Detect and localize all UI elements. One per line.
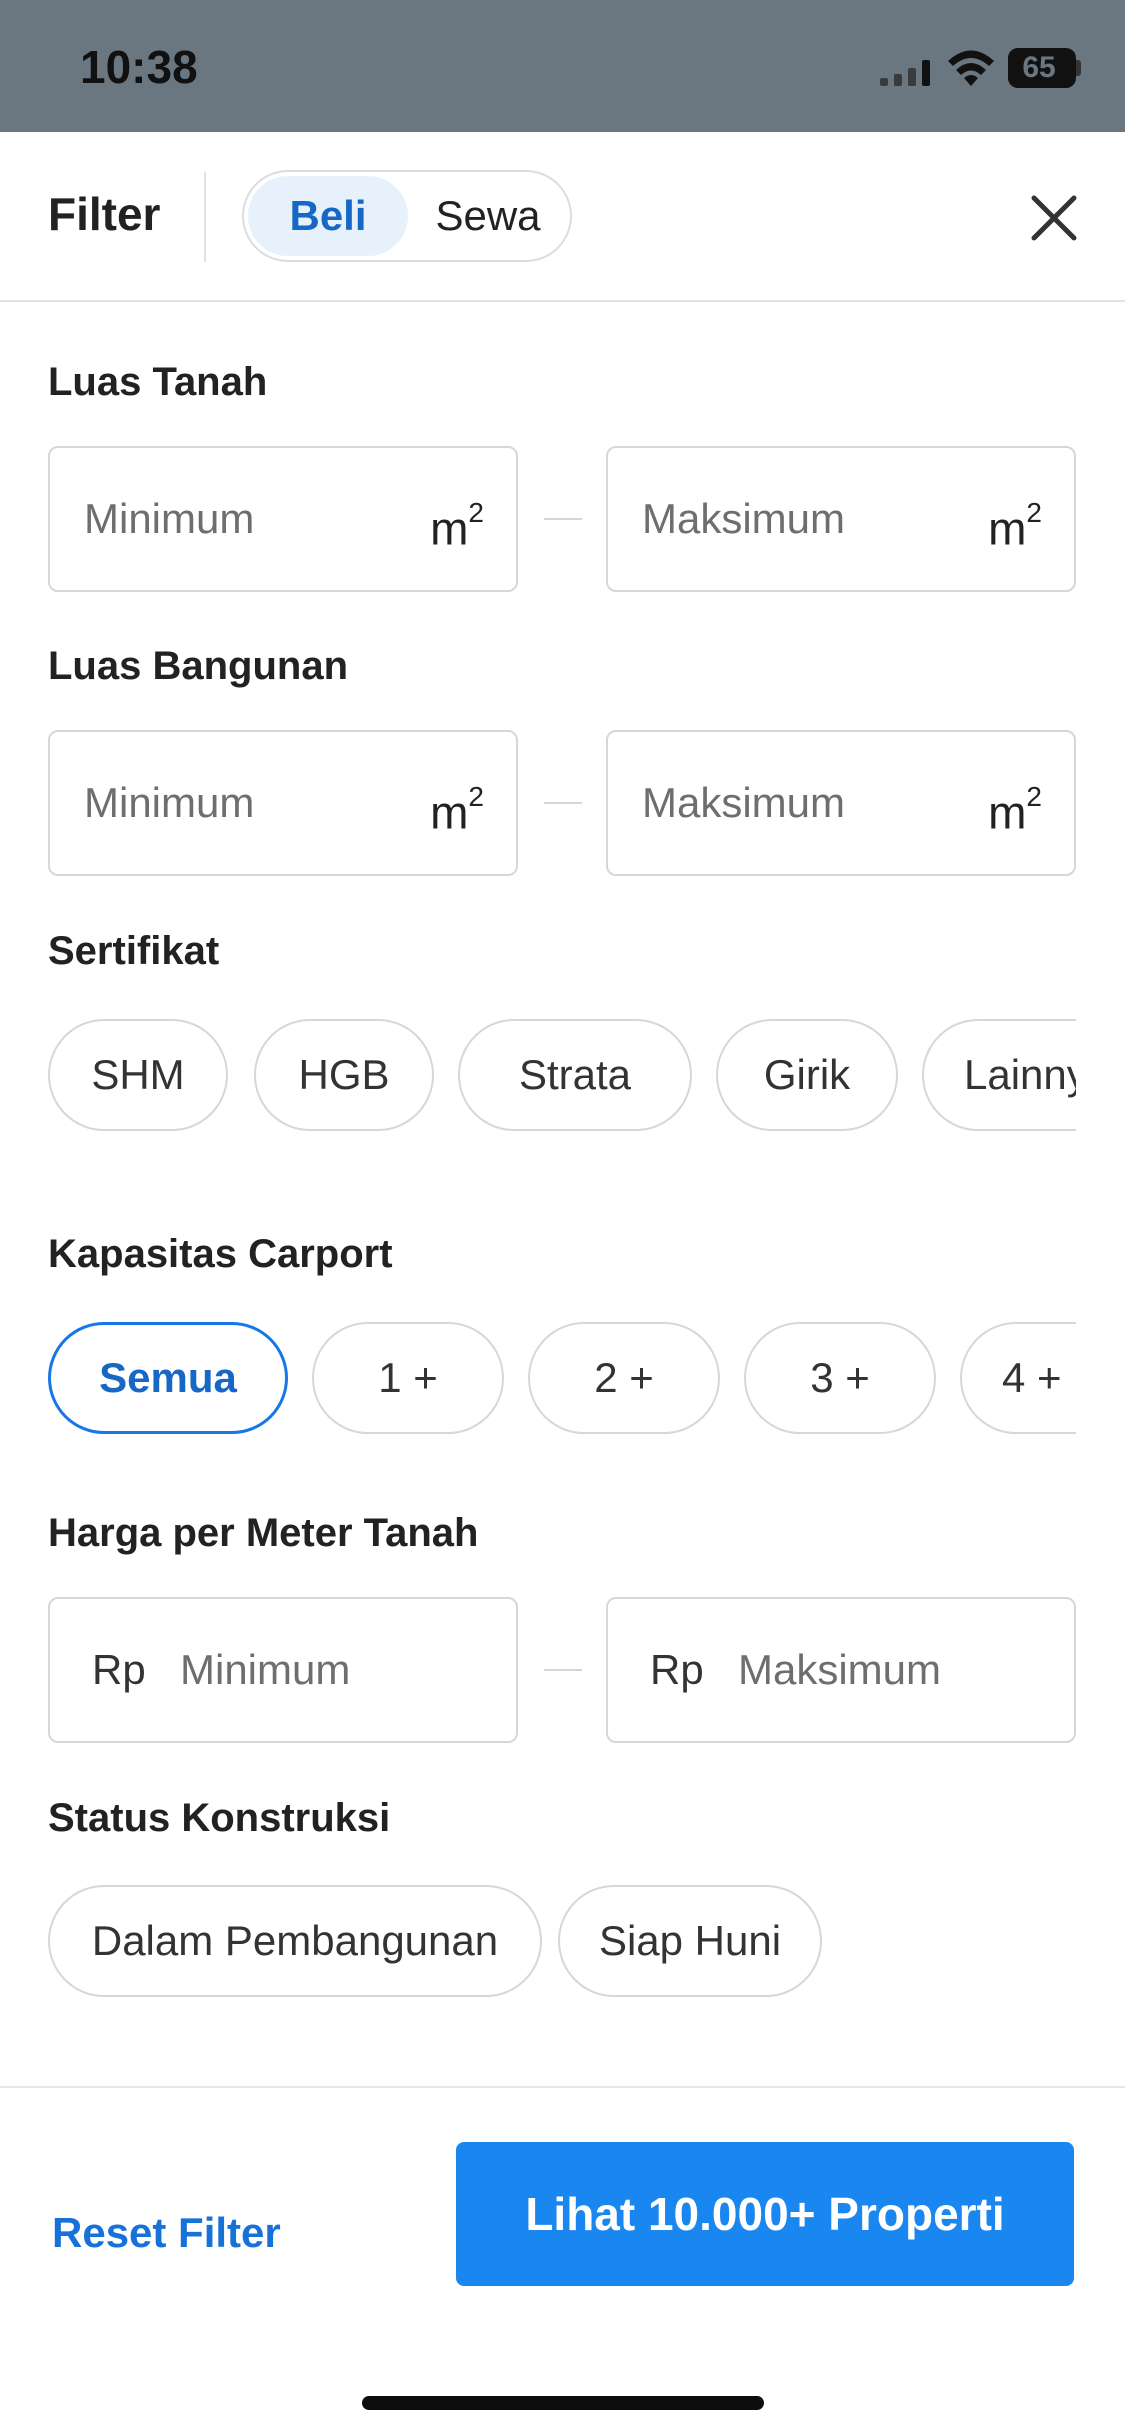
section-title-sertifikat: Sertifikat — [48, 929, 220, 973]
currency-prefix: Rp — [92, 1646, 146, 1693]
range-separator — [544, 1669, 582, 1671]
battery-level-text: 65 — [1022, 51, 1056, 84]
home-indicator — [362, 2396, 764, 2410]
field-placeholder: Minimum — [84, 495, 255, 542]
chip-siap-huni[interactable]: Siap Huni — [558, 1885, 822, 1997]
sertifikat-chip-row: SHM HGB Strata Girik Lainnya — [48, 1019, 1076, 1135]
field-unit: m2 — [430, 781, 484, 839]
range-separator — [544, 518, 582, 520]
filter-header: Filter Beli Sewa — [0, 132, 1125, 302]
field-placeholder: Minimum — [180, 1646, 351, 1693]
luas-tanah-max-input[interactable]: Maksimum m2 — [606, 446, 1076, 592]
luas-bangunan-max-input[interactable]: Maksimum m2 — [606, 730, 1076, 876]
status-chip-row: Dalam Pembangunan Siap Huni — [48, 1885, 1076, 2001]
show-properties-button[interactable]: Lihat 10.000+ Properti — [456, 2142, 1074, 2286]
filter-footer: Reset Filter Lihat 10.000+ Properti — [0, 2086, 1125, 2436]
close-icon[interactable] — [1024, 188, 1084, 248]
battery-cap — [1076, 60, 1081, 76]
segment-sewa[interactable]: Sewa — [408, 176, 568, 256]
reset-filter-button[interactable]: Reset Filter — [52, 2188, 281, 2278]
chip-carport-4[interactable]: 4 + — [960, 1322, 1076, 1434]
chip-hgb[interactable]: HGB — [254, 1019, 434, 1131]
status-time: 10:38 — [80, 41, 198, 93]
harga-min-input[interactable]: Rp Minimum — [48, 1597, 518, 1743]
status-bar: 10:38 65 — [0, 0, 1125, 132]
currency-prefix: Rp — [650, 1646, 704, 1693]
battery-icon: 65 — [1008, 48, 1076, 88]
transaction-type-toggle: Beli Sewa — [242, 170, 572, 262]
header-divider — [204, 172, 206, 262]
chip-semua[interactable]: Semua — [48, 1322, 288, 1434]
luas-bangunan-min-input[interactable]: Minimum m2 — [48, 730, 518, 876]
signal-icon — [880, 60, 930, 86]
field-placeholder: Minimum — [84, 779, 255, 826]
wifi-icon — [948, 50, 994, 86]
section-title-status-konstruksi: Status Konstruksi — [48, 1796, 391, 1840]
section-title-luas-tanah: Luas Tanah — [48, 360, 268, 404]
section-title-luas-bangunan: Luas Bangunan — [48, 644, 349, 688]
field-placeholder: Maksimum — [642, 495, 846, 542]
segment-beli[interactable]: Beli — [248, 176, 408, 256]
chip-carport-2[interactable]: 2 + — [528, 1322, 720, 1434]
range-separator — [544, 802, 582, 804]
section-title-harga-per-meter: Harga per Meter Tanah — [48, 1511, 479, 1555]
chip-carport-1[interactable]: 1 + — [312, 1322, 504, 1434]
chip-dalam-pembangunan[interactable]: Dalam Pembangunan — [48, 1885, 542, 1997]
field-unit: m2 — [988, 781, 1042, 839]
field-unit: m2 — [988, 497, 1042, 555]
section-title-kapasitas-carport: Kapasitas Carport — [48, 1232, 393, 1276]
field-unit: m2 — [430, 497, 484, 555]
chip-carport-3[interactable]: 3 + — [744, 1322, 936, 1434]
chip-girik[interactable]: Girik — [716, 1019, 898, 1131]
chip-shm[interactable]: SHM — [48, 1019, 228, 1131]
luas-tanah-min-input[interactable]: Minimum m2 — [48, 446, 518, 592]
chip-strata[interactable]: Strata — [458, 1019, 692, 1131]
harga-max-input[interactable]: Rp Maksimum — [606, 1597, 1076, 1743]
field-placeholder: Maksimum — [738, 1646, 942, 1693]
field-placeholder: Maksimum — [642, 779, 846, 826]
chip-lainnya[interactable]: Lainnya — [922, 1019, 1076, 1131]
carport-chip-row: Semua 1 + 2 + 3 + 4 + — [48, 1322, 1076, 1438]
page-title: Filter — [48, 188, 161, 240]
